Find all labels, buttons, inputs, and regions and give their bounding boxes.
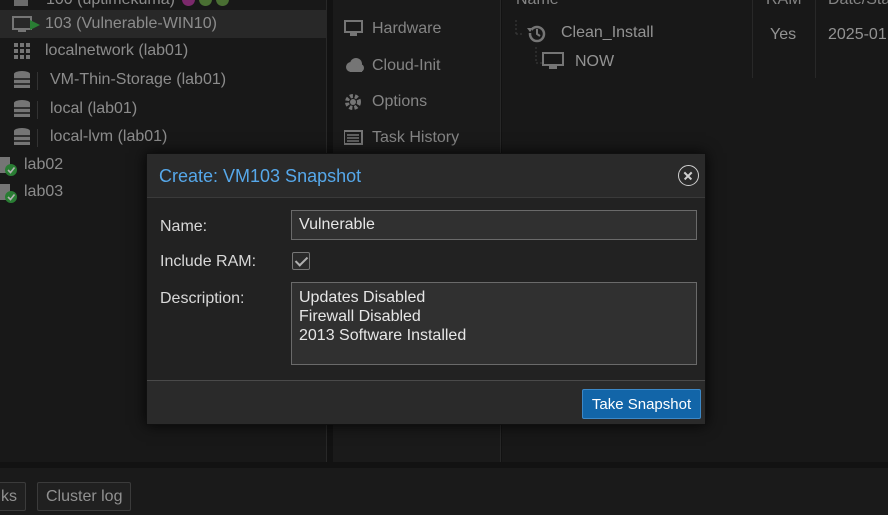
dialog-title: Create: VM103 Snapshot [159,166,362,186]
include-ram-checkbox[interactable] [292,252,310,270]
include-ram-label: Include RAM: [160,253,257,270]
name-label: Name: [160,218,208,235]
description-line: 2013 Software Installed [299,327,467,344]
snapshot-name-input[interactable] [291,210,697,240]
close-icon[interactable] [678,165,699,186]
dialog-form: Name: Include RAM: Description: Updates … [147,197,705,381]
create-snapshot-dialog: Create: VM103 Snapshot Name: Include RAM… [146,153,706,425]
description-label: Description: [160,290,245,307]
description-line: Firewall Disabled [299,308,421,325]
description-line: Updates Disabled [299,289,426,306]
description-textarea[interactable]: Updates Disabled Firewall Disabled 2013 … [291,282,697,365]
take-snapshot-button[interactable]: Take Snapshot [582,389,701,419]
